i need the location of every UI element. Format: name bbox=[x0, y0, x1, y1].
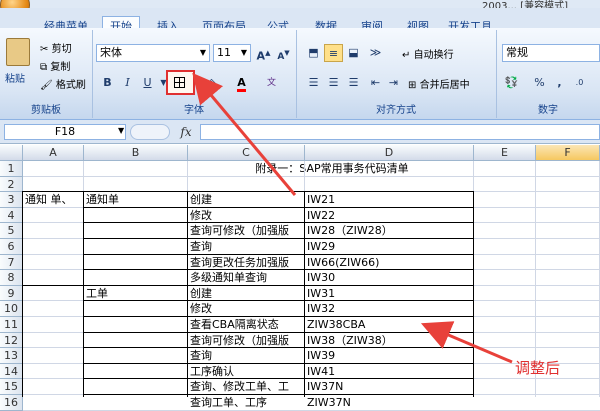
cell-a16[interactable] bbox=[23, 395, 84, 411]
annotation-arrows bbox=[192, 72, 513, 364]
arrow-to-table bbox=[420, 321, 513, 364]
row-header[interactable]: 16 bbox=[0, 395, 23, 411]
cell-f16[interactable] bbox=[536, 395, 599, 410]
cell-d16[interactable]: ZIW37N bbox=[305, 395, 474, 411]
annotation-label: 调整后 bbox=[515, 359, 561, 377]
arrow-to-borders-button bbox=[192, 72, 297, 196]
cell-c16[interactable]: 查询工单、工序 bbox=[188, 395, 305, 411]
cell-b16[interactable] bbox=[84, 395, 188, 411]
